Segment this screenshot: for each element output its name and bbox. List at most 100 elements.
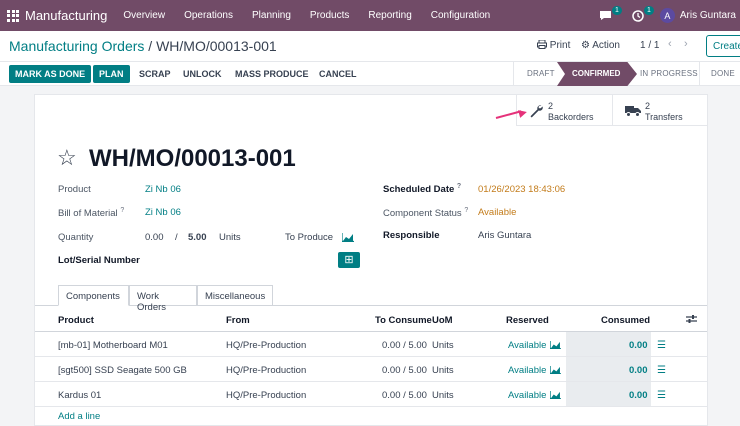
cancel-button[interactable]: CANCEL [319,69,357,79]
backorders-smart-button[interactable]: 2 Backorders [516,95,612,126]
breadcrumb-parent[interactable]: Manufacturing Orders [9,38,144,54]
control-panel: Manufacturing Orders / WH/MO/00013-001 P… [0,31,740,62]
breadcrumb-separator: / [144,38,157,54]
detailed-operations-icon[interactable]: ☰ [657,340,666,351]
mark-as-done-button[interactable]: MARK AS DONE [9,65,92,83]
quantity-total[interactable]: 5.00 [188,232,207,243]
detailed-operations-icon[interactable]: ☰ [657,390,666,401]
form-sheet: 2 Backorders 2 Transfers ☆ WH/MO/00013-0… [34,94,708,426]
nav-overview[interactable]: Overview [123,10,165,21]
row-product[interactable]: [mb-01] Motherboard M01 [58,340,168,351]
forecast-chart-icon[interactable] [550,341,561,349]
row-from[interactable]: HQ/Pre-Production [226,365,306,376]
stage-separator [699,62,700,86]
backorders-count: 2 [548,101,554,111]
forecast-chart-icon[interactable] [550,391,561,399]
table-row[interactable]: Kardus 01 HQ/Pre-Production 0.00 / 5.00 … [35,382,707,407]
tab-components[interactable]: Components [58,285,129,306]
activity-clock-icon[interactable]: 1 [628,5,654,24]
plan-button[interactable]: PLAN [93,65,130,83]
forecast-chart-icon[interactable] [342,233,354,242]
scheduled-date-label: Scheduled Date ? [383,183,461,195]
app-brand[interactable]: Manufacturing [25,8,107,23]
col-consumed[interactable]: Consumed [601,315,650,326]
print-icon [537,39,547,49]
stage-confirmed[interactable]: CONFIRMED [572,69,620,78]
scheduled-date-label-text: Scheduled Date [383,184,455,196]
stage-draft[interactable]: DRAFT [527,69,555,78]
scrap-button[interactable]: SCRAP [139,69,171,79]
forecast-chart-icon[interactable] [550,366,561,374]
action-button[interactable]: ⚙ Action [581,40,620,51]
to-produce-label: To Produce [285,232,334,243]
add-lot-button[interactable]: ⊞ [338,252,360,268]
row-reserved: Available [508,365,547,376]
row-product[interactable]: [sgt500] SSD Seagate 500 GB [58,365,187,376]
wrench-icon [530,105,543,118]
gear-icon: ⚙ [581,40,590,51]
navbar-systray: 1 1 A Aris Guntara [596,0,740,31]
stage-done[interactable]: DONE [711,69,735,78]
quantity-done[interactable]: 0.00 [145,232,164,243]
product-field[interactable]: Zi Nb 06 [145,184,181,195]
col-product[interactable]: Product [58,315,94,326]
table-row[interactable]: [sgt500] SSD Seagate 500 GB HQ/Pre-Produ… [35,357,707,382]
row-consumed[interactable]: 0.00 [629,390,648,401]
row-to-consume[interactable]: 0.00 / 5.00 [382,365,427,376]
responsible-field[interactable]: Aris Guntara [478,230,531,241]
component-status-label: Component Status ? [383,207,468,219]
stage-bar: DRAFT CONFIRMED IN PROGRESS DONE [513,62,740,86]
nav-operations[interactable]: Operations [184,10,233,21]
row-uom: Units [432,390,454,401]
unlock-button[interactable]: UNLOCK [183,69,222,79]
row-to-consume[interactable]: 0.00 / 5.00 [382,340,427,351]
col-to-consume[interactable]: To Consume [375,315,432,326]
scheduled-date-help-icon[interactable]: ? [457,183,461,190]
transfers-label: Transfers [645,112,683,122]
tab-miscellaneous[interactable]: Miscellaneous [197,285,273,306]
favorite-star-icon[interactable]: ☆ [57,145,77,171]
col-uom[interactable]: UoM [432,315,453,326]
chat-icon[interactable]: 1 [596,5,622,24]
user-name[interactable]: Aris Guntara [680,10,736,21]
bom-field[interactable]: Zi Nb 06 [145,207,181,218]
detailed-operations-icon[interactable]: ☰ [657,365,666,376]
bom-help-icon[interactable]: ? [120,207,124,214]
user-avatar[interactable]: A [659,8,675,23]
table-row[interactable]: [mb-01] Motherboard M01 HQ/Pre-Productio… [35,332,707,357]
nav-configuration[interactable]: Configuration [431,10,490,21]
row-to-consume[interactable]: 0.00 / 5.00 [382,390,427,401]
print-label: Print [549,40,571,51]
add-line-link[interactable]: Add a line [58,411,100,422]
activity-badge: 1 [643,5,654,15]
components-table-header: Product From To Consume UoM Reserved Con… [35,308,707,332]
create-button[interactable]: Create [706,35,740,57]
pager-value[interactable]: 1 / 1 [640,40,659,51]
row-product[interactable]: Kardus 01 [58,390,101,401]
col-from[interactable]: From [226,315,250,326]
scheduled-date-field[interactable]: 01/26/2023 18:43:06 [478,184,565,195]
mass-produce-button[interactable]: MASS PRODUCE [235,69,309,79]
tab-work-orders[interactable]: Work Orders [129,285,197,313]
component-status-help-icon[interactable]: ? [464,207,468,214]
nav-reporting[interactable]: Reporting [368,10,411,21]
stage-in-progress[interactable]: IN PROGRESS [640,69,698,78]
breadcrumb-current: WH/MO/00013-001 [156,38,277,54]
pager-next-icon[interactable]: › [684,38,688,50]
optional-columns-icon[interactable] [686,314,697,324]
pager-previous-icon[interactable]: ‹ [668,38,672,50]
bom-label: Bill of Material ? [58,207,124,219]
col-reserved[interactable]: Reserved [506,315,549,326]
row-consumed[interactable]: 0.00 [629,365,648,376]
quantity-separator: / [175,232,178,243]
breadcrumb: Manufacturing Orders / WH/MO/00013-001 [9,38,277,54]
row-from[interactable]: HQ/Pre-Production [226,390,306,401]
apps-menu-icon[interactable] [7,9,19,22]
row-from[interactable]: HQ/Pre-Production [226,340,306,351]
nav-planning[interactable]: Planning [252,10,291,21]
backorders-label: Backorders [548,112,594,122]
row-consumed[interactable]: 0.00 [629,340,648,351]
print-button[interactable]: Print [537,39,571,51]
nav-products[interactable]: Products [310,10,349,21]
transfers-smart-button[interactable]: 2 Transfers [612,95,708,126]
